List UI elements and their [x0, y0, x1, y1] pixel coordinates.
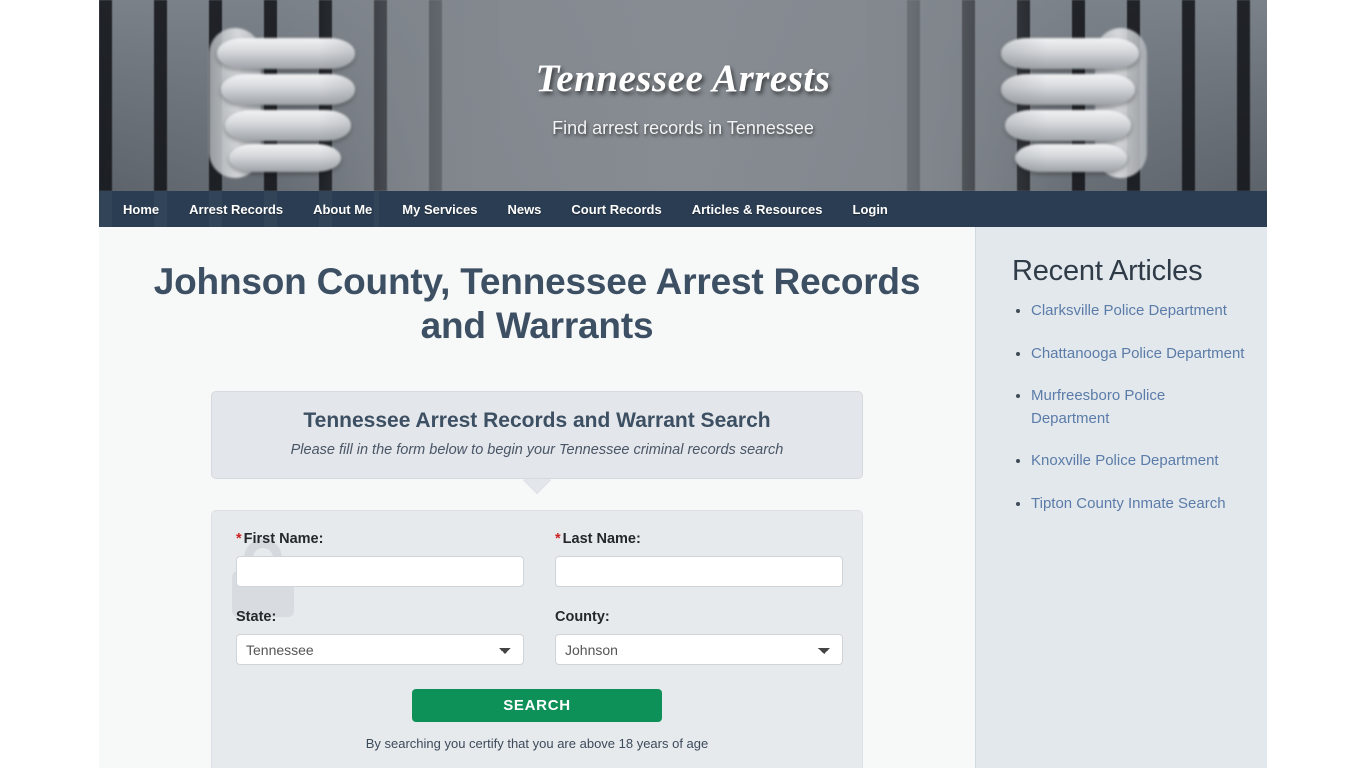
list-item: Knoxville Police Department [1031, 450, 1247, 473]
age-disclaimer: By searching you certify that you are ab… [365, 736, 709, 752]
sidebar-link-clarksville-police-department[interactable]: Clarksville Police Department [1031, 302, 1227, 319]
search-callout-title: Tennessee Arrest Records and Warrant Sea… [303, 409, 771, 433]
sidebar-link-chattanooga-police-department[interactable]: Chattanooga Police Department [1031, 345, 1244, 362]
nav-item-login[interactable]: Login [838, 193, 903, 226]
county-label: County: [555, 609, 610, 626]
sidebar-link-knoxville-police-department[interactable]: Knoxville Police Department [1031, 452, 1219, 469]
required-marker-last-name: * [555, 531, 561, 548]
site-header-banner: Tennessee Arrests Find arrest records in… [99, 0, 1267, 191]
last-name-label-text: Last Name: [562, 531, 641, 548]
search-callout-subtitle: Please fill in the form below to begin y… [290, 442, 784, 459]
page-root: Tennessee Arrests Find arrest records in… [0, 0, 1366, 768]
search-button[interactable]: SEARCH [412, 689, 662, 723]
nav-item-about-me[interactable]: About Me [298, 193, 387, 226]
county-field-group: County: Johnson [555, 609, 843, 666]
content-wrapper: Tennessee Arrests Find arrest records in… [99, 0, 1267, 768]
state-field-group: State: Tennessee [236, 609, 524, 666]
search-callout: Tennessee Arrest Records and Warrant Sea… [211, 391, 863, 480]
page-title: Johnson County, Tennessee Arrest Records… [153, 261, 921, 347]
state-select[interactable]: Tennessee [236, 634, 524, 666]
list-item: Chattanooga Police Department [1031, 343, 1247, 366]
main-navigation: Home Arrest Records About Me My Services… [99, 191, 1267, 227]
main-content: Johnson County, Tennessee Arrest Records… [99, 227, 975, 768]
body-columns: Johnson County, Tennessee Arrest Records… [99, 227, 1267, 768]
search-callout-wrapper: Tennessee Arrest Records and Warrant Sea… [211, 391, 863, 494]
sidebar-link-tipton-county-inmate-search[interactable]: Tipton County Inmate Search [1031, 495, 1226, 512]
sidebar-title: Recent Articles [1012, 255, 1203, 287]
nav-item-court-records[interactable]: Court Records [556, 193, 676, 226]
form-row-location: State: Tennessee County: Johnson [236, 609, 843, 666]
last-name-input[interactable] [555, 556, 843, 588]
list-item: Clarksville Police Department [1031, 300, 1247, 323]
recent-articles-list: Clarksville Police Department Chattanoog… [1012, 300, 1247, 515]
sidebar-link-murfreesboro-police-department[interactable]: Murfreesboro Police Department [1031, 387, 1165, 427]
form-row-names: * First Name: * Last Name: [236, 531, 843, 588]
first-name-label-text: First Name: [243, 531, 324, 548]
state-label: State: [236, 609, 277, 626]
first-name-input[interactable] [236, 556, 524, 588]
list-item: Tipton County Inmate Search [1031, 493, 1247, 516]
first-name-label: * First Name: [236, 531, 524, 547]
callout-tail-arrow-icon [523, 479, 551, 494]
nav-item-arrest-records[interactable]: Arrest Records [174, 193, 298, 226]
nav-item-my-services[interactable]: My Services [387, 193, 492, 226]
required-marker-first-name: * [236, 531, 242, 548]
site-tagline: Find arrest records in Tennessee [552, 118, 814, 138]
arrest-search-form: * First Name: * Last Name: State: Tennes… [211, 510, 863, 768]
first-name-field-group: * First Name: [236, 531, 524, 588]
list-item: Murfreesboro Police Department [1031, 385, 1247, 430]
site-title: Tennessee Arrests [535, 57, 831, 100]
last-name-field-group: * Last Name: [555, 531, 843, 588]
last-name-label: * Last Name: [555, 531, 843, 547]
sidebar: Recent Articles Clarksville Police Depar… [975, 227, 1267, 768]
nav-item-home[interactable]: Home [108, 193, 174, 226]
nav-item-articles-resources[interactable]: Articles & Resources [677, 193, 838, 226]
county-select[interactable]: Johnson [555, 634, 843, 666]
nav-item-news[interactable]: News [492, 193, 556, 226]
